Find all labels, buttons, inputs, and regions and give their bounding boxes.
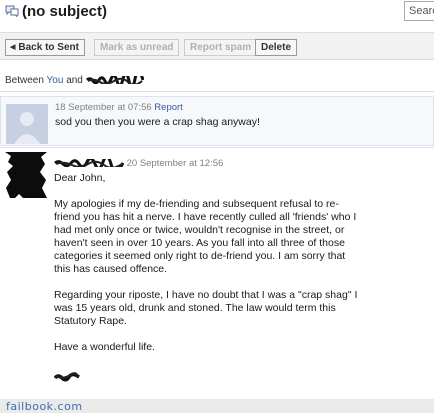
- delete-button[interactable]: Delete: [255, 39, 298, 56]
- message-line: friend you has hit a nerve. I have recen…: [54, 211, 357, 223]
- failbook-watermark: failbook.com: [6, 400, 83, 413]
- message-line: was 15 years old, drunk and stoned. The …: [54, 302, 336, 314]
- message-meta: 20 September at 12:56: [54, 158, 223, 169]
- message-toolbar: ◀ Back to Sent Mark as unread Report spam…: [0, 32, 434, 60]
- participant-you-link[interactable]: You: [47, 75, 64, 86]
- footer-bar: failbook.com: [0, 399, 434, 413]
- message-greeting: Dear John,: [54, 172, 106, 184]
- message-meta: 18 September at 07:56 Report: [55, 102, 183, 113]
- participants-conjunction: and: [66, 75, 83, 86]
- message-timestamp: 18 September at 07:56: [55, 102, 152, 113]
- participants-prefix: Between: [5, 75, 44, 86]
- message-line: had met only once or twice, wouldn't rec…: [54, 224, 345, 236]
- back-to-sent-button[interactable]: ◀ Back to Sent: [5, 39, 85, 56]
- message-line: My apologies if my de-friending and subs…: [54, 198, 339, 210]
- message-body: sod you then you were a crap shag anyway…: [55, 116, 260, 128]
- avatar: [6, 104, 48, 144]
- avatar: [5, 152, 47, 198]
- triangle-left-icon: ◀: [10, 44, 16, 51]
- default-avatar-icon: [6, 104, 48, 144]
- divider: [0, 91, 434, 92]
- report-link[interactable]: Report: [154, 102, 183, 113]
- message-line: this has caused offence.: [54, 263, 168, 275]
- participants-line: Between You and: [5, 75, 144, 86]
- mark-as-unread-button[interactable]: Mark as unread: [94, 39, 180, 56]
- message-timestamp: 20 September at 12:56: [126, 158, 224, 169]
- redacted-name-scribble: [85, 76, 144, 85]
- divider: [0, 147, 434, 148]
- redacted-signature-scribble: [54, 372, 80, 382]
- message-line: Regarding your riposte, I have no doubt …: [54, 289, 358, 301]
- message-line: Statutory Rape.: [54, 315, 127, 327]
- message-line: haven't seen in over 10 years. As you fa…: [54, 237, 345, 249]
- speech-bubbles-icon: [5, 5, 19, 17]
- back-to-sent-label: Back to Sent: [18, 42, 79, 53]
- redacted-name-scribble: [54, 159, 124, 168]
- title-bar: (no subject) Search: [0, 0, 434, 26]
- search-input[interactable]: Search: [404, 1, 434, 21]
- message-closing: Have a wonderful life.: [54, 341, 155, 353]
- page-title: (no subject): [22, 3, 107, 20]
- message-line: categories it seemed only right to de-fr…: [54, 250, 346, 262]
- report-spam-button[interactable]: Report spam: [184, 39, 258, 56]
